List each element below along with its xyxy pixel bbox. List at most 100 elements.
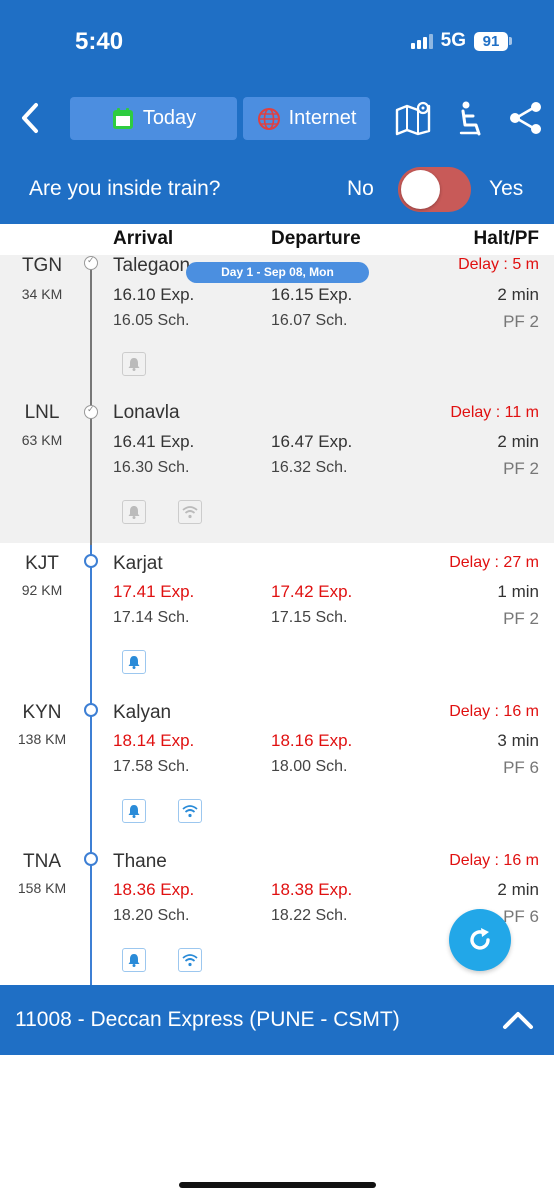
station-row-lnl[interactable]: LNL 63 KM Lonavla Delay : 11 m 16.41 Exp…	[0, 394, 554, 543]
arrival-scheduled: 16.05 Sch.	[113, 312, 190, 329]
station-distance: 63 KM	[21, 432, 63, 448]
departure-scheduled: 18.00 Sch.	[271, 758, 348, 775]
wifi-icon	[182, 805, 198, 818]
globe-icon	[257, 107, 280, 130]
departure-scheduled: 16.07 Sch.	[271, 312, 348, 329]
arrival-scheduled: 16.30 Sch.	[113, 459, 190, 476]
wifi-button[interactable]	[178, 500, 202, 524]
network-type: 5G	[440, 30, 466, 51]
chevron-up-icon	[503, 1012, 533, 1029]
arrival-expected: 18.36 Exp.	[113, 880, 195, 899]
arrival-expected: 16.41 Exp.	[113, 432, 195, 451]
arrival-expected: 17.41 Exp.	[113, 582, 195, 601]
alarm-button[interactable]	[122, 500, 146, 524]
arrival-expected: 16.10 Exp.	[113, 285, 195, 304]
home-indicator	[179, 1182, 376, 1188]
platform-number: PF 6	[503, 758, 539, 777]
station-distance: 138 KM	[17, 731, 67, 747]
departure-expected: 17.42 Exp.	[271, 582, 353, 601]
arrival-scheduled: 17.14 Sch.	[113, 609, 190, 626]
halt-duration: 1 min	[497, 582, 539, 601]
departure-expected: 18.38 Exp.	[271, 880, 353, 899]
bell-icon	[128, 954, 140, 967]
wifi-button[interactable]	[178, 948, 202, 972]
bell-icon	[128, 358, 140, 371]
departure-scheduled: 16.32 Sch.	[271, 459, 348, 476]
station-delay: Delay : 16 m	[449, 703, 539, 720]
station-delay: Delay : 11 m	[450, 404, 539, 421]
halt-duration: 2 min	[497, 285, 539, 304]
station-delay: Delay : 16 m	[449, 852, 539, 869]
departure-column-header: Departure	[271, 228, 361, 249]
wifi-icon	[182, 506, 198, 519]
route-timeline-upcoming	[90, 545, 92, 986]
bell-icon	[128, 805, 140, 818]
station-dot-upcoming	[84, 554, 98, 568]
halt-duration: 2 min	[497, 432, 539, 451]
today-button[interactable]: Today	[70, 97, 237, 140]
map-icon	[395, 101, 431, 136]
station-name: Talegaon	[113, 255, 191, 276]
internet-button[interactable]: Internet	[243, 97, 370, 140]
halt-duration: 2 min	[497, 880, 539, 899]
station-name: Karjat	[113, 553, 163, 574]
wifi-icon	[182, 954, 198, 967]
station-name: Lonavla	[113, 402, 180, 423]
battery-level: 91	[474, 31, 508, 51]
alarm-button[interactable]	[122, 352, 146, 376]
inside-train-no-label: No	[347, 177, 374, 200]
station-delay: Delay : 27 m	[449, 554, 539, 571]
station-dot-upcoming	[84, 703, 98, 717]
internet-label: Internet	[288, 107, 357, 129]
wifi-button[interactable]	[178, 799, 202, 823]
bell-icon	[128, 506, 140, 519]
station-distance: 34 KM	[21, 286, 63, 302]
halt-duration: 3 min	[497, 731, 539, 750]
inside-train-question: Are you inside train?	[29, 177, 221, 200]
signal-icon	[410, 33, 433, 49]
platform-number: PF 6	[503, 907, 539, 926]
alarm-button[interactable]	[122, 650, 146, 674]
station-distance: 158 KM	[17, 880, 67, 896]
expand-button[interactable]	[500, 1003, 536, 1035]
station-dot-upcoming	[84, 852, 98, 866]
share-icon	[510, 102, 541, 134]
back-button[interactable]	[16, 100, 46, 136]
departure-expected: 16.15 Exp.	[271, 285, 353, 304]
alarm-button[interactable]	[122, 799, 146, 823]
station-dot-passed	[84, 255, 98, 270]
departure-expected: 18.16 Exp.	[271, 731, 353, 750]
departure-expected: 16.47 Exp.	[271, 432, 353, 451]
halt-pf-column-header: Halt/PF	[473, 228, 539, 249]
calendar-icon	[112, 107, 133, 129]
station-row-kyn[interactable]: KYN 138 KM Kalyan Delay : 16 m 18.14 Exp…	[0, 692, 554, 841]
day-badge: Day 1 - Sep 08, Mon	[186, 262, 369, 283]
station-name: Kalyan	[113, 702, 172, 723]
status-indicators: 5G 91	[410, 30, 512, 52]
bell-icon	[128, 656, 140, 669]
status-time: 5:40	[75, 28, 124, 55]
station-code: KYN	[22, 702, 62, 723]
train-info-bar[interactable]: 11008 - Deccan Express (PUNE - CSMT)	[0, 985, 554, 1055]
platform-number: PF 2	[503, 609, 539, 628]
alarm-button[interactable]	[122, 948, 146, 972]
train-title: 11008 - Deccan Express (PUNE - CSMT)	[15, 1008, 400, 1031]
station-name: Thane	[113, 851, 167, 872]
route-map-button[interactable]	[394, 99, 432, 137]
share-button[interactable]	[506, 99, 544, 137]
departure-scheduled: 17.15 Sch.	[271, 609, 348, 626]
station-distance: 92 KM	[21, 582, 63, 598]
station-code: TGN	[21, 255, 63, 276]
station-row-kjt[interactable]: KJT 92 KM Karjat Delay : 27 m 17.41 Exp.…	[0, 543, 554, 692]
arrival-scheduled: 17.58 Sch.	[113, 758, 190, 775]
departure-scheduled: 18.22 Sch.	[271, 907, 348, 924]
inside-train-toggle[interactable]	[398, 167, 471, 212]
refresh-button[interactable]	[449, 909, 511, 971]
seat-button[interactable]	[452, 99, 490, 137]
station-code: LNL	[24, 402, 60, 423]
today-label: Today	[142, 107, 197, 129]
station-code: KJT	[25, 553, 59, 574]
arrival-scheduled: 18.20 Sch.	[113, 907, 190, 924]
chevron-left-icon	[22, 103, 38, 133]
inside-train-yes-label: Yes	[489, 177, 524, 200]
